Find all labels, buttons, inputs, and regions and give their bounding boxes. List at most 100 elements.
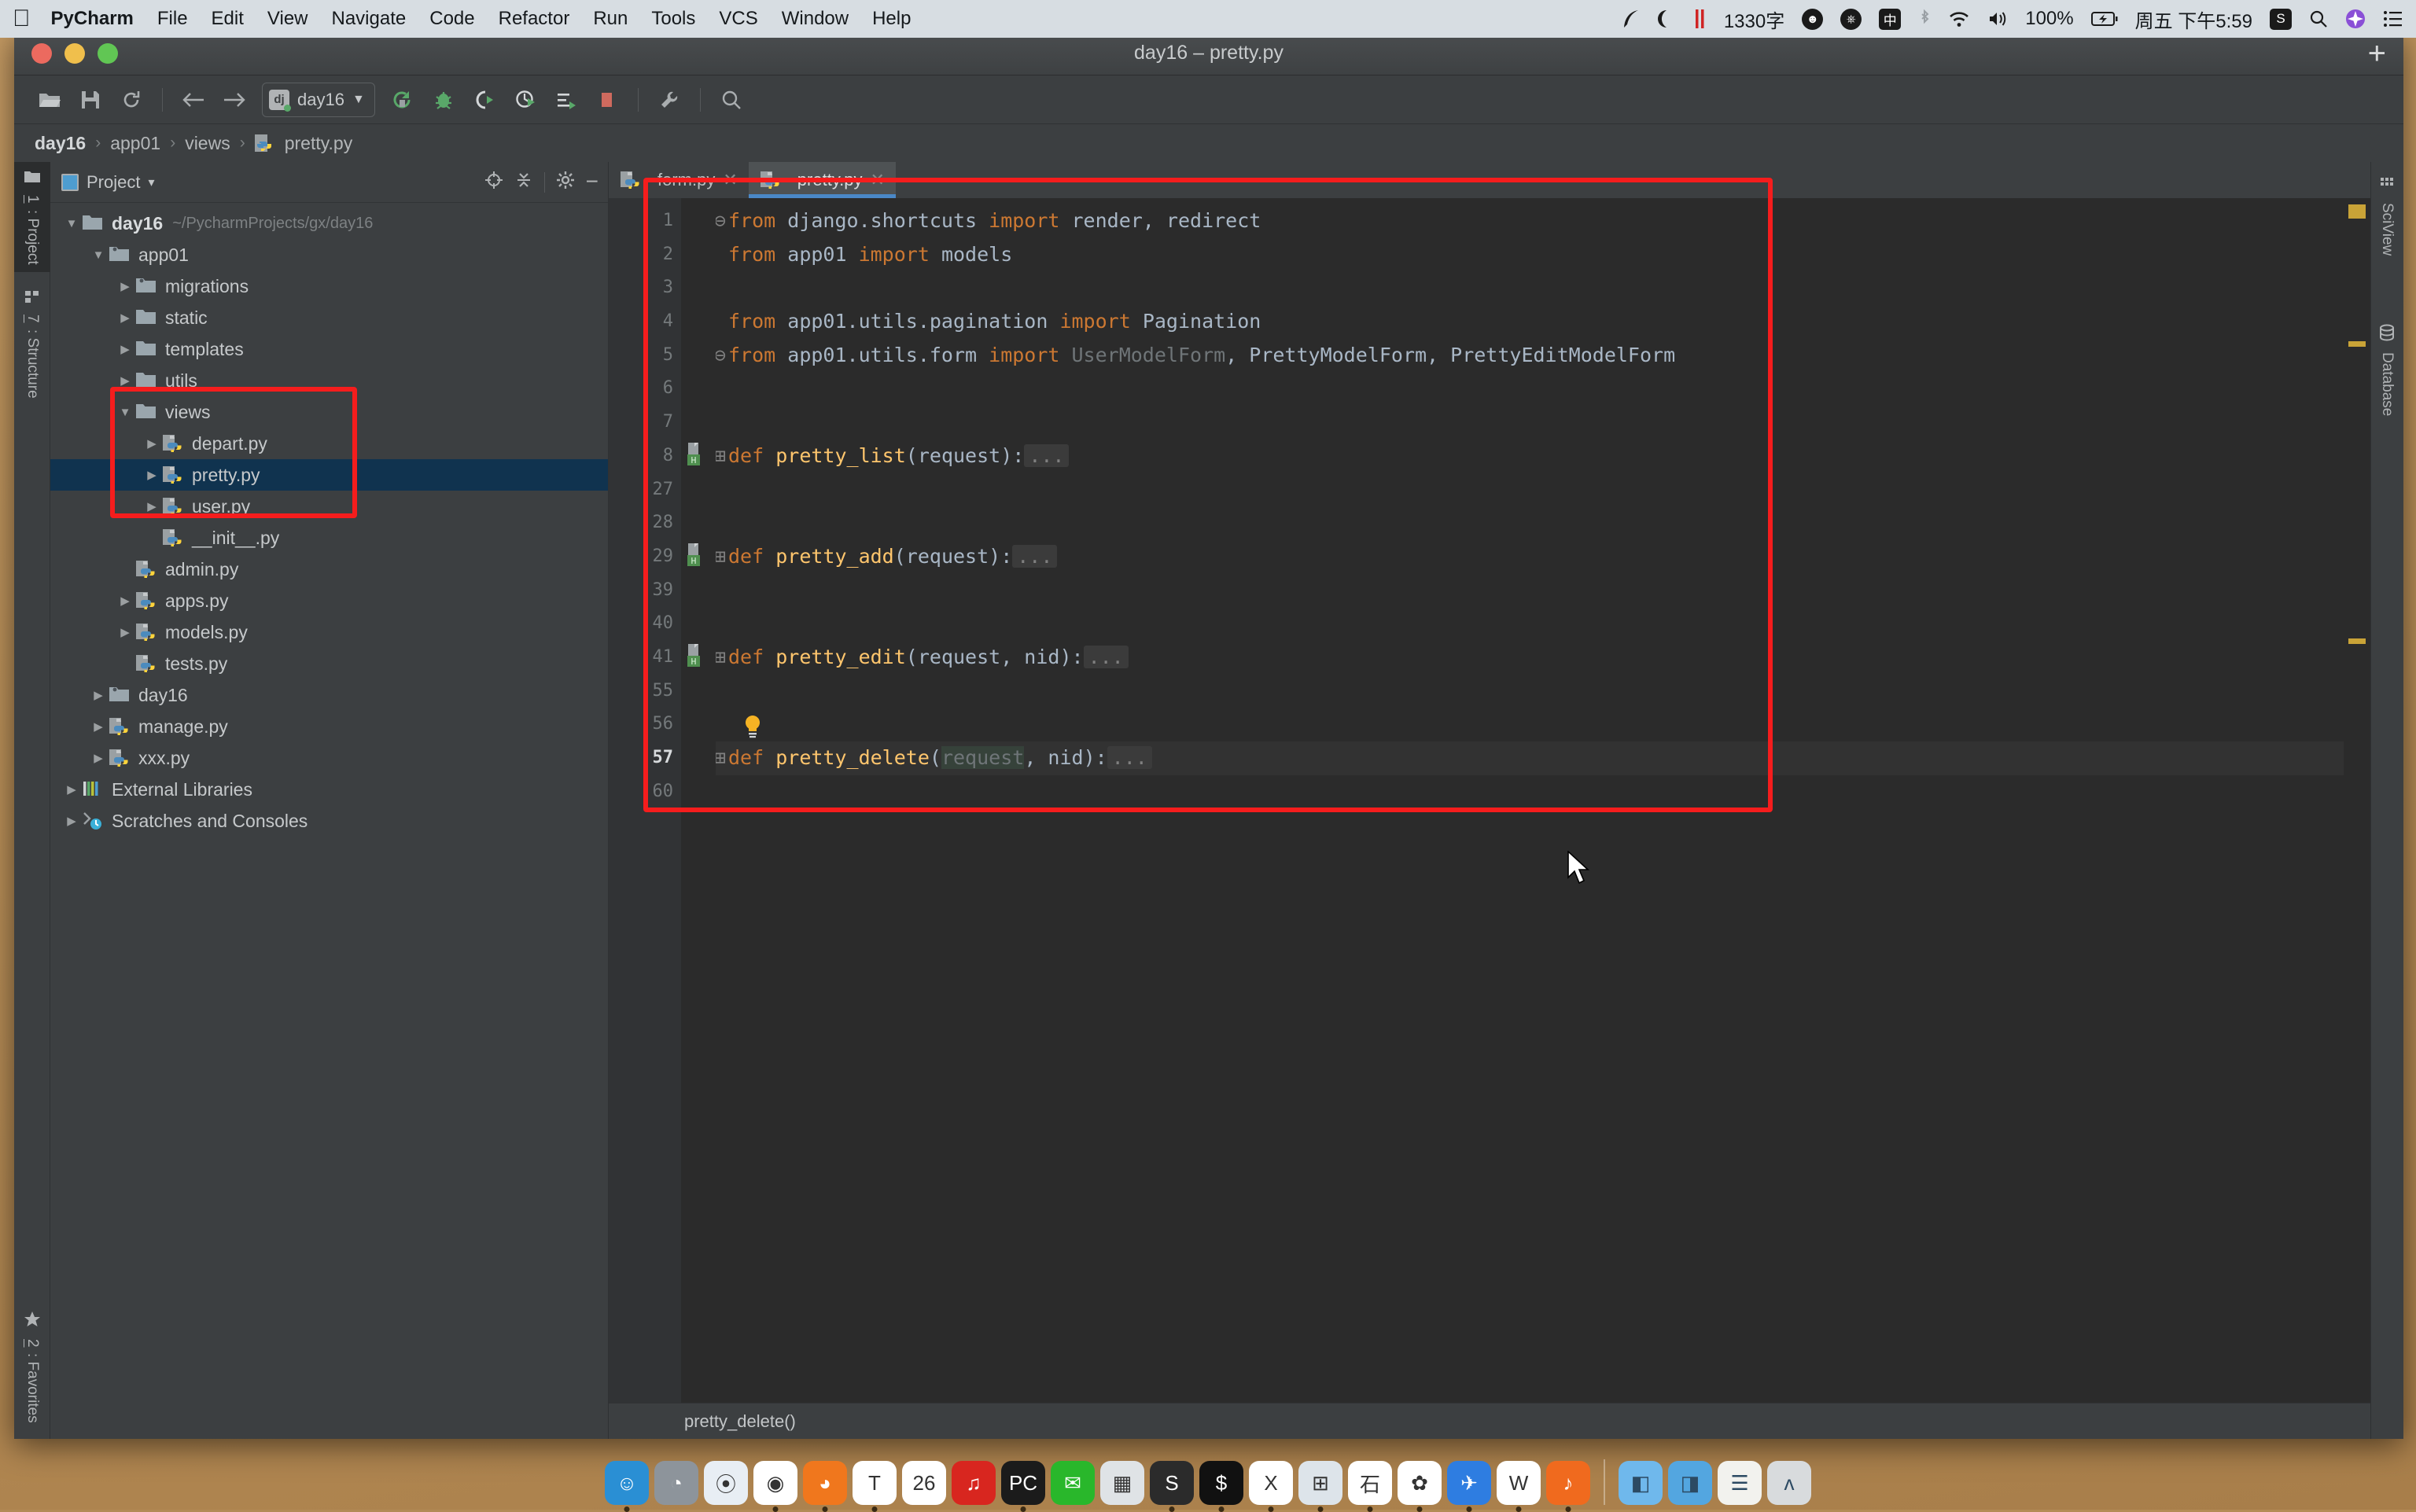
tree-node-external-libraries[interactable]: ▶External Libraries bbox=[50, 774, 608, 805]
tree-node-depart-py[interactable]: ▶depart.py bbox=[50, 428, 608, 459]
chevron-right-icon[interactable]: ▶ bbox=[88, 751, 109, 765]
dock-app-douyin[interactable]: ♪ bbox=[1546, 1461, 1590, 1505]
tree-node-models-py[interactable]: ▶models.py bbox=[50, 616, 608, 648]
chevron-right-icon[interactable]: ▶ bbox=[115, 373, 135, 388]
wifi-icon[interactable] bbox=[1948, 10, 1970, 28]
code-line[interactable]: ⊞def pretty_list(request):... bbox=[716, 440, 2344, 473]
chevron-right-icon[interactable]: ▶ bbox=[115, 342, 135, 356]
sidebar-item-structure[interactable]: 7 : Structure bbox=[14, 281, 50, 406]
save-all-icon[interactable] bbox=[72, 82, 109, 118]
search-icon[interactable] bbox=[2309, 9, 2328, 28]
chevron-down-icon[interactable]: ▼ bbox=[61, 217, 82, 230]
dock-app-keynote[interactable]: ▦ bbox=[1100, 1461, 1144, 1505]
control-center-icon[interactable] bbox=[2383, 10, 2403, 28]
menu-item-edit[interactable]: Edit bbox=[212, 8, 244, 30]
chevron-right-icon[interactable]: ▶ bbox=[88, 719, 109, 734]
code-line[interactable]: ⊞def pretty_add(request):... bbox=[716, 540, 2344, 574]
run-class-gutter-icon[interactable]: H bbox=[686, 443, 709, 466]
menu-item-help[interactable]: Help bbox=[872, 8, 911, 30]
gear-icon[interactable] bbox=[556, 171, 575, 194]
tree-node-app01[interactable]: ▼app01 bbox=[50, 239, 608, 270]
dock-recent-file[interactable]: ☰ bbox=[1718, 1461, 1762, 1505]
maximize-window-button[interactable] bbox=[98, 43, 118, 64]
menu-item-code[interactable]: Code bbox=[429, 8, 474, 30]
code-line[interactable] bbox=[716, 574, 2344, 608]
profile-icon[interactable] bbox=[507, 82, 543, 118]
code-line[interactable] bbox=[716, 271, 2344, 305]
close-tab-icon[interactable]: ✕ bbox=[723, 170, 737, 190]
sidebar-item-favorites[interactable]: 2 : Favorites bbox=[14, 1303, 50, 1431]
sync-icon[interactable] bbox=[113, 82, 149, 118]
breadcrumb-item-app01[interactable]: app01 bbox=[107, 133, 164, 154]
tree-node-user-py[interactable]: ▶user.py bbox=[50, 491, 608, 522]
chevron-right-icon[interactable]: ▶ bbox=[115, 625, 135, 639]
tree-node-migrations[interactable]: ▶migrations bbox=[50, 270, 608, 302]
dock-app-parallels[interactable]: ⊞ bbox=[1298, 1461, 1342, 1505]
run-button[interactable] bbox=[385, 82, 421, 118]
warning-stripe-mark[interactable] bbox=[2348, 638, 2366, 644]
error-stripe-gutter[interactable] bbox=[2344, 198, 2370, 1403]
dock-trash[interactable]: ᴧ bbox=[1767, 1461, 1811, 1505]
code-line[interactable] bbox=[716, 708, 2344, 741]
breadcrumb-item-views[interactable]: views bbox=[182, 133, 234, 154]
code-line[interactable] bbox=[716, 607, 2344, 641]
breadcrumb-item-day16[interactable]: day16 bbox=[31, 133, 89, 154]
dock-app-sublime[interactable]: S bbox=[1150, 1461, 1194, 1505]
menu-item-navigate[interactable]: Navigate bbox=[332, 8, 407, 30]
close-window-button[interactable] bbox=[31, 43, 52, 64]
chevron-right-icon[interactable]: ▶ bbox=[115, 279, 135, 293]
code-line[interactable] bbox=[716, 372, 2344, 406]
pause-icon[interactable] bbox=[1692, 9, 1707, 29]
lightbulb-icon[interactable] bbox=[742, 715, 766, 738]
word-count-indicator[interactable]: 1330字 bbox=[1724, 6, 1784, 33]
dock-app-firefox[interactable]: ◕ bbox=[803, 1461, 847, 1505]
do-not-disturb-icon[interactable] bbox=[1658, 9, 1675, 28]
smiley-icon[interactable]: ☻ bbox=[1802, 9, 1823, 30]
run-coverage-icon[interactable] bbox=[466, 82, 503, 118]
dock-documents-folder[interactable]: ◨ bbox=[1668, 1461, 1712, 1505]
navigate-forward-icon[interactable] bbox=[216, 82, 252, 118]
dock-app-word[interactable]: W bbox=[1497, 1461, 1541, 1505]
editor-tab-form-py[interactable]: form.py✕ bbox=[609, 162, 749, 198]
tree-node-day16[interactable]: ▼day16~/PycharmProjects/gx/day16 bbox=[50, 208, 608, 239]
menu-item-view[interactable]: View bbox=[267, 8, 308, 30]
dock-app-textedit[interactable]: T bbox=[853, 1461, 897, 1505]
warning-stripe-mark[interactable] bbox=[2348, 341, 2366, 347]
open-project-icon[interactable] bbox=[31, 82, 68, 118]
dock-app-finder[interactable]: ☺ bbox=[605, 1461, 649, 1505]
sidebar-item-database[interactable]: Database bbox=[2370, 316, 2403, 424]
sogou-icon[interactable]: S bbox=[2270, 9, 2292, 30]
tree-node-xxx-py[interactable]: ▶xxx.py bbox=[50, 742, 608, 774]
battery-icon[interactable] bbox=[2091, 11, 2118, 27]
add-tab-button[interactable]: + bbox=[2368, 38, 2386, 69]
code-line[interactable] bbox=[716, 775, 2344, 809]
chevron-down-icon[interactable]: ▼ bbox=[88, 248, 109, 262]
run-with-args-icon[interactable] bbox=[548, 82, 584, 118]
dock-app-launchpad[interactable]: ◔ bbox=[654, 1461, 698, 1505]
chevron-right-icon[interactable]: ▶ bbox=[142, 499, 162, 513]
project-tree[interactable]: ▼day16~/PycharmProjects/gx/day16▼app01▶m… bbox=[50, 203, 608, 1439]
tree-node-apps-py[interactable]: ▶apps.py bbox=[50, 585, 608, 616]
tree-node-pretty-py[interactable]: ▶pretty.py bbox=[50, 459, 608, 491]
dock-app-wechat[interactable]: ✉ bbox=[1051, 1461, 1095, 1505]
code-line[interactable]: from app01 import models bbox=[716, 238, 2344, 272]
editor-tab-pretty-py[interactable]: pretty.py✕ bbox=[749, 162, 896, 198]
dock-app-excel[interactable]: X bbox=[1249, 1461, 1293, 1505]
debug-button[interactable] bbox=[425, 82, 462, 118]
tree-node-templates[interactable]: ▶templates bbox=[50, 333, 608, 365]
dock-app-photos[interactable]: ✿ bbox=[1398, 1461, 1442, 1505]
tree-node-views[interactable]: ▼views bbox=[50, 396, 608, 428]
chevron-right-icon[interactable]: ▶ bbox=[142, 436, 162, 451]
dock-app-chrome[interactable]: ◉ bbox=[753, 1461, 797, 1505]
volume-icon[interactable] bbox=[1987, 10, 2008, 28]
code-line[interactable]: ⊞def pretty_delete(request, nid):... bbox=[716, 741, 2344, 775]
chevron-right-icon[interactable]: ▶ bbox=[115, 311, 135, 325]
hide-panel-icon[interactable]: − bbox=[586, 175, 598, 189]
menu-item-window[interactable]: Window bbox=[782, 8, 849, 30]
dock-downloads-folder[interactable]: ◧ bbox=[1619, 1461, 1663, 1505]
menu-item-refactor[interactable]: Refactor bbox=[499, 8, 570, 30]
code-line[interactable] bbox=[716, 675, 2344, 708]
dock-app-pycharm[interactable]: PC bbox=[1001, 1461, 1045, 1505]
dock-app-netease-music[interactable]: ♫ bbox=[952, 1461, 996, 1505]
battery-percent-label[interactable]: 100% bbox=[2025, 8, 2073, 30]
